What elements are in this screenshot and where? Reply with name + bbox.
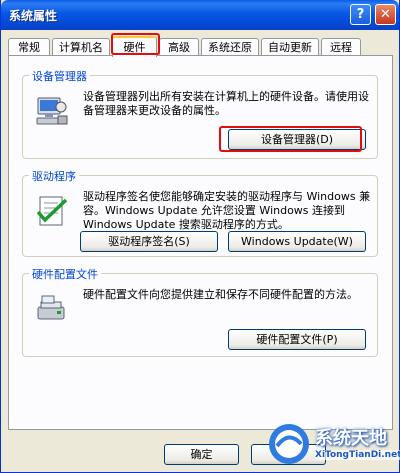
- title-bar[interactable]: 系统属性 ? ✕: [1, 0, 399, 30]
- device-manager-description: 设备管理器列出所有安装在计算机上的硬件设备。请使用设备管理器来更改设备的属性。: [83, 90, 369, 117]
- driver-signing-checklist-icon: [36, 196, 68, 226]
- driver-signing-button[interactable]: 驱动程序签名(S): [80, 231, 218, 252]
- hardware-profiles-group-title: 硬件配置文件: [29, 266, 101, 282]
- tab-automatic-updates[interactable]: 自动更新: [261, 38, 319, 55]
- system-properties-window: 系统属性 ? ✕ 常规 计算机名 硬件 高级 系统还原 自动更新 远程 设备管理…: [0, 0, 400, 473]
- tab-system-restore[interactable]: 系统还原: [201, 38, 259, 55]
- drivers-group-title: 驱动程序: [29, 168, 79, 184]
- close-x-icon: ✕: [380, 7, 391, 22]
- device-manager-group-title: 设备管理器: [29, 68, 90, 84]
- tab-computer-name[interactable]: 计算机名: [52, 38, 110, 55]
- ok-button[interactable]: 确定: [164, 444, 239, 465]
- help-button[interactable]: ?: [350, 4, 371, 25]
- tab-advanced[interactable]: 高级: [159, 38, 199, 55]
- close-button[interactable]: ✕: [375, 4, 396, 25]
- watermark-url: XiTongTianDi.net: [315, 450, 400, 460]
- watermark-logo-icon: [269, 424, 309, 464]
- window-title: 系统属性: [9, 9, 58, 23]
- drivers-group: 驱动程序 驱动程序签名使您能够确定安装的驱动程序与 Windows 兼容。Win…: [22, 168, 378, 257]
- device-manager-button-highlight: [219, 126, 362, 152]
- tab-remote[interactable]: 远程: [321, 38, 361, 55]
- drivers-description: 驱动程序签名使您能够确定安装的驱动程序与 Windows 兼容。Windows …: [83, 190, 371, 231]
- tab-general[interactable]: 常规: [8, 38, 50, 55]
- hardware-profiles-button[interactable]: 硬件配置文件(P): [228, 329, 366, 350]
- tab-hardware-highlight: [111, 33, 160, 55]
- question-mark-icon: ?: [356, 7, 365, 22]
- hardware-profiles-description: 硬件配置文件向您提供建立和保存不同硬件配置的方法。: [83, 288, 358, 301]
- site-watermark: 系统天地 XiTongTianDi.net: [259, 418, 400, 473]
- watermark-text: 系统天地: [315, 428, 387, 449]
- hardware-profiles-icon: [37, 295, 65, 320]
- windows-update-button[interactable]: Windows Update(W): [228, 231, 366, 252]
- hardware-profiles-group: 硬件配置文件 硬件配置文件向您提供建立和保存不同硬件配置的方法。 硬件配置文件(…: [22, 266, 378, 357]
- hardware-tab-panel: 设备管理器 设备管理器列出所有安装在计算机上的硬件设备。请使用设备管理器来更改设…: [8, 55, 393, 430]
- device-manager-icon: [36, 97, 68, 125]
